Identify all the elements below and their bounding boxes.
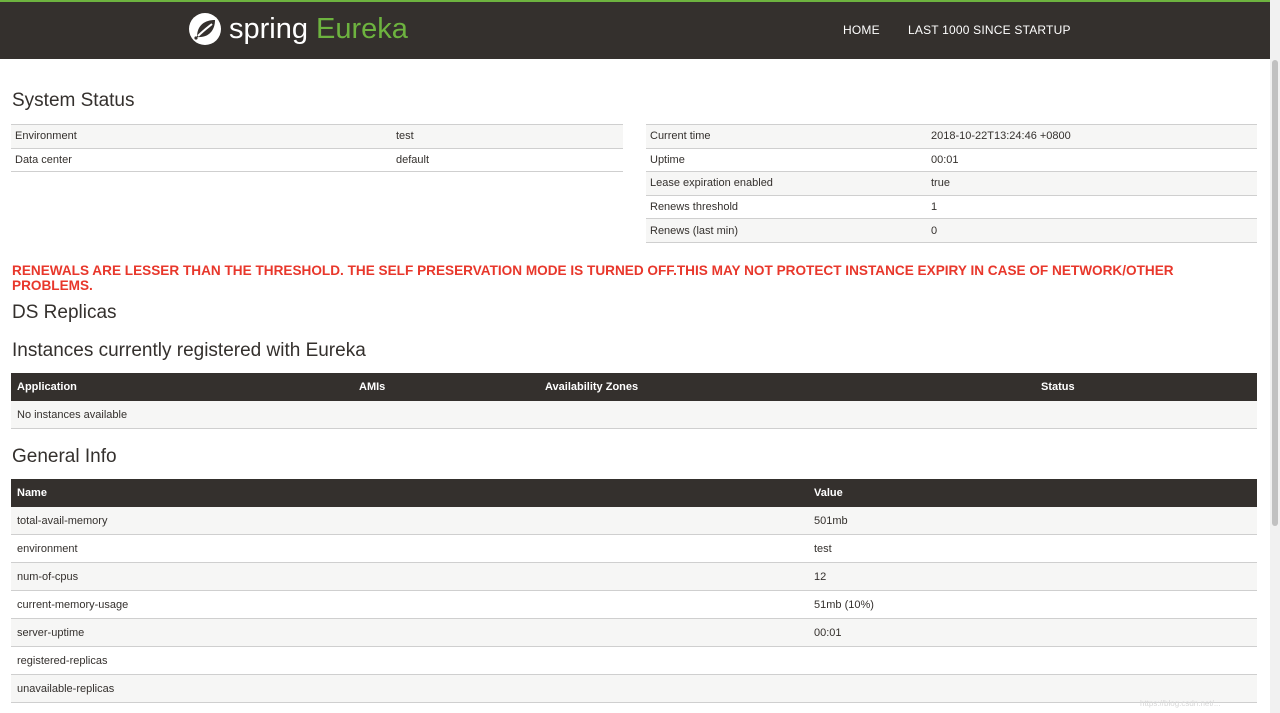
info-value: 12 — [808, 562, 1257, 591]
status-label: Data center — [11, 147, 392, 173]
status-row: Uptime 00:01 — [646, 147, 1257, 172]
table-row: No instances available — [11, 401, 1257, 429]
status-label: Uptime — [646, 147, 927, 172]
table-row: num-of-cpus 12 — [11, 562, 1257, 591]
instances-table: Application AMIs Availability Zones Stat… — [11, 373, 1257, 429]
column-header-value: Value — [808, 479, 1257, 507]
info-name: registered-replicas — [11, 646, 808, 675]
status-value: test — [392, 124, 623, 149]
nav-home-link[interactable]: HOME — [843, 23, 880, 37]
self-preservation-warning: RENEWALS ARE LESSER THAN THE THRESHOLD. … — [12, 263, 1174, 293]
status-row: Renews threshold 1 — [646, 194, 1257, 219]
info-value: 501mb — [808, 507, 1257, 535]
brand-eureka-text: Eureka — [316, 12, 408, 45]
status-row: Lease expiration enabled true — [646, 171, 1257, 196]
table-row: current-memory-usage 51mb (10%) — [11, 590, 1257, 619]
navbar: spring Eureka HOME LAST 1000 SINCE START… — [0, 2, 1270, 59]
column-header-status: Status — [1035, 373, 1257, 401]
status-value: 2018-10-22T13:24:46 +0800 — [927, 124, 1257, 149]
general-info-table: Name Value total-avail-memory 501mb envi… — [11, 479, 1257, 703]
system-status-right-table: Current time 2018-10-22T13:24:46 +0800 U… — [646, 124, 1257, 243]
spring-leaf-icon — [188, 12, 222, 46]
status-value: true — [927, 171, 1257, 196]
table-row: registered-replicas — [11, 646, 1257, 675]
table-row: server-uptime 00:01 — [11, 618, 1257, 647]
column-header-amis: AMIs — [353, 373, 539, 401]
no-instances-message: No instances available — [11, 401, 1257, 429]
column-header-application: Application — [11, 373, 353, 401]
column-header-availability-zones: Availability Zones — [539, 373, 1035, 401]
status-row: Current time 2018-10-22T13:24:46 +0800 — [646, 124, 1257, 149]
status-row: Renews (last min) 0 — [646, 218, 1257, 243]
instances-title: Instances currently registered with Eure… — [12, 340, 366, 361]
brand-logo[interactable]: spring Eureka — [188, 9, 408, 49]
info-name: server-uptime — [11, 618, 808, 647]
info-name: current-memory-usage — [11, 590, 808, 619]
status-row: Environment test — [11, 124, 623, 149]
status-value: 1 — [927, 194, 1257, 219]
column-header-name: Name — [11, 479, 808, 507]
brand-spring-text: spring — [229, 12, 308, 45]
system-status-left-table: Environment test Data center default — [11, 124, 623, 173]
table-row: total-avail-memory 501mb — [11, 507, 1257, 535]
general-info-title: General Info — [12, 446, 117, 467]
nav-last1000-link[interactable]: LAST 1000 SINCE STARTUP — [908, 23, 1071, 37]
info-value: 51mb (10%) — [808, 590, 1257, 619]
status-label: Renews (last min) — [646, 218, 927, 243]
info-name: num-of-cpus — [11, 562, 808, 591]
status-value: 00:01 — [927, 147, 1257, 172]
status-value: default — [392, 147, 623, 173]
info-name: unavailable-replicas — [11, 674, 808, 703]
status-label: Lease expiration enabled — [646, 171, 927, 196]
instances-header-row: Application AMIs Availability Zones Stat… — [11, 373, 1257, 401]
status-row: Data center default — [11, 147, 623, 173]
ds-replicas-title: DS Replicas — [12, 302, 117, 323]
system-status-title: System Status — [12, 90, 135, 111]
status-value: 0 — [927, 218, 1257, 243]
table-row: unavailable-replicas — [11, 674, 1257, 703]
scrollbar-thumb[interactable] — [1272, 60, 1278, 526]
general-info-header-row: Name Value — [11, 479, 1257, 507]
table-row: environment test — [11, 534, 1257, 563]
info-value — [808, 646, 1257, 675]
watermark-text: https://blog.csdn.net/... — [1140, 699, 1221, 708]
info-value: 00:01 — [808, 618, 1257, 647]
info-value: test — [808, 534, 1257, 563]
status-label: Renews threshold — [646, 194, 927, 219]
status-label: Current time — [646, 124, 927, 149]
info-name: total-avail-memory — [11, 507, 808, 535]
status-label: Environment — [11, 124, 392, 149]
info-name: environment — [11, 534, 808, 563]
